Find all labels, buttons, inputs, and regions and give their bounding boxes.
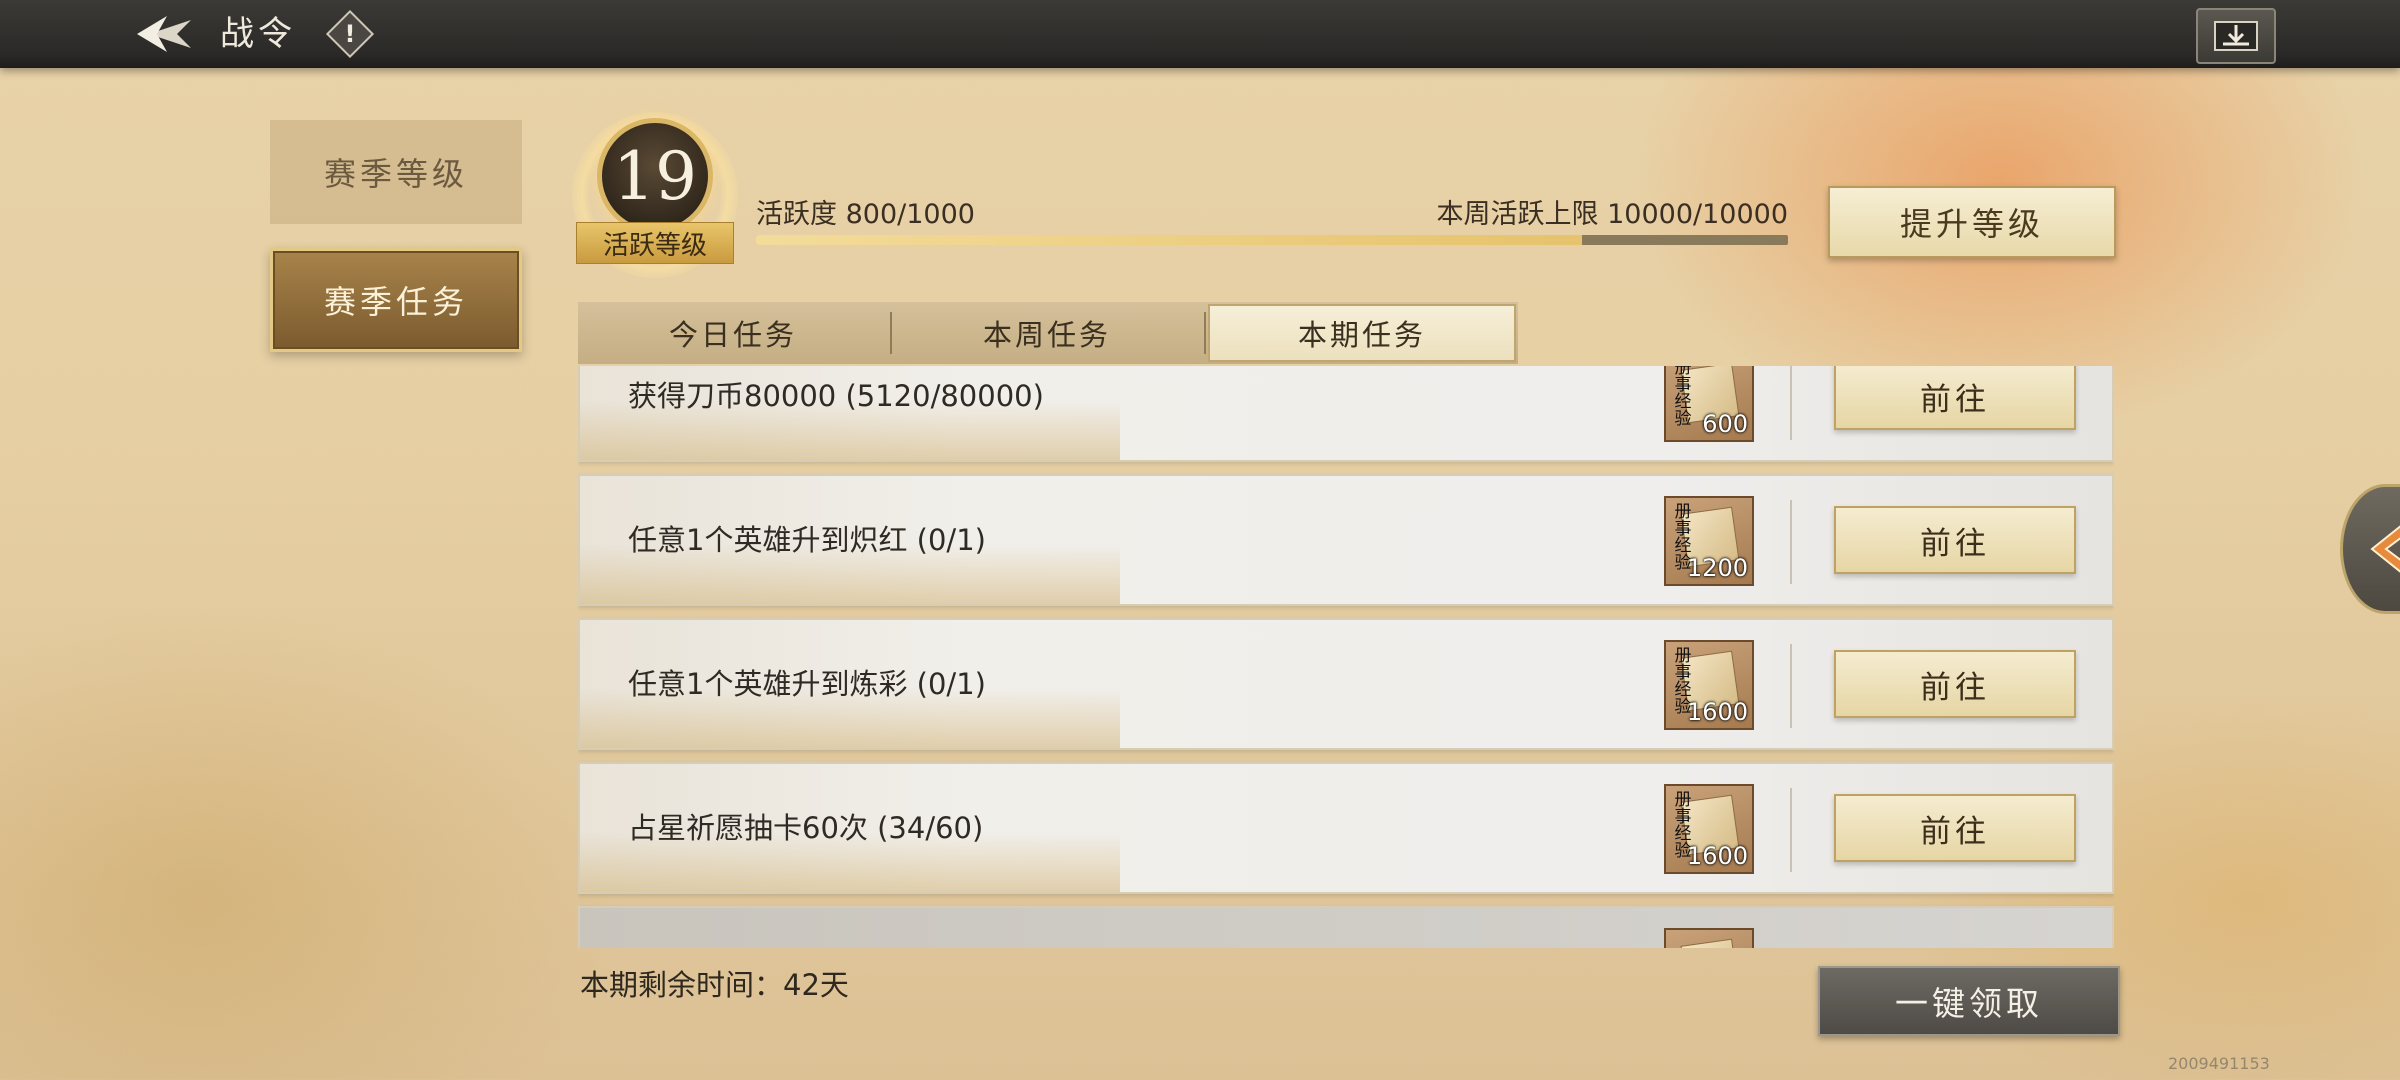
back-button[interactable] bbox=[128, 8, 198, 60]
task-row: 占星祈愿抽卡60次 (34/60) 册事经验 1600 前往 bbox=[578, 762, 2114, 894]
page-title: 战令 bbox=[220, 14, 296, 54]
task-text: 任意1个英雄升到炼彩 (0/1) bbox=[628, 667, 986, 701]
reward-item[interactable]: 册事经验 600 bbox=[1664, 366, 1754, 442]
claim-all-button[interactable]: 一键领取 bbox=[1818, 966, 2120, 1036]
activity-progress-fill bbox=[756, 235, 1582, 245]
info-mark: ! bbox=[344, 20, 356, 48]
reward-item[interactable]: 册事经验 1200 bbox=[1664, 496, 1754, 586]
row-divider bbox=[1790, 366, 1792, 440]
task-list[interactable]: 获得刀币80000 (5120/80000) 册事经验 600 前往 任意1个英… bbox=[578, 366, 2114, 948]
tab-divider bbox=[1204, 312, 1206, 354]
weekly-limit-text: 本周活跃上限 10000/10000 bbox=[1436, 199, 1788, 230]
chevron-left-icon bbox=[2370, 525, 2400, 573]
reward-amount: 1600 bbox=[1686, 698, 1748, 726]
tab-period[interactable]: 本期任务 bbox=[1208, 304, 1516, 362]
task-tabs: 今日任务 本周任务 本期任务 bbox=[578, 302, 1518, 364]
reward-amount: 600 bbox=[1702, 410, 1748, 438]
level-number: 19 bbox=[613, 137, 697, 215]
reward-item bbox=[1664, 928, 1754, 948]
reward-item[interactable]: 册事经验 1600 bbox=[1664, 640, 1754, 730]
back-arrow-icon bbox=[137, 16, 191, 52]
info-button[interactable]: ! bbox=[325, 9, 375, 59]
remaining-time: 本期剩余时间：42天 bbox=[580, 968, 849, 1002]
row-divider bbox=[1790, 644, 1792, 728]
activity-progress-bar bbox=[756, 235, 1788, 245]
task-row: 任意1个英雄升到炼彩 (0/1) 册事经验 1600 前往 bbox=[578, 618, 2114, 750]
download-box-icon[interactable] bbox=[2196, 8, 2276, 64]
task-text: 占星祈愿抽卡60次 (34/60) bbox=[628, 811, 984, 845]
reward-item[interactable]: 册事经验 1600 bbox=[1664, 784, 1754, 874]
level-badge: 19 bbox=[597, 118, 713, 234]
row-divider bbox=[1790, 500, 1792, 584]
task-text: 获得刀币80000 (5120/80000) bbox=[628, 379, 1044, 413]
sidebar-item-season-level[interactable]: 赛季等级 bbox=[270, 120, 522, 224]
reward-tag: 册事经验 bbox=[1674, 366, 1692, 429]
go-button[interactable]: 前往 bbox=[1834, 506, 2076, 574]
row-divider bbox=[1790, 788, 1792, 872]
task-row: 任意1个英雄升到炽红 (0/1) 册事经验 1200 前往 bbox=[578, 474, 2114, 606]
task-row-partial bbox=[578, 906, 2114, 948]
book-icon bbox=[1680, 938, 1740, 948]
go-button[interactable]: 前往 bbox=[1834, 794, 2076, 862]
reward-amount: 1600 bbox=[1686, 842, 1748, 870]
level-label: 活跃等级 bbox=[576, 222, 734, 264]
task-text: 任意1个英雄升到炽红 (0/1) bbox=[628, 523, 986, 557]
sidebar-item-season-tasks[interactable]: 赛季任务 bbox=[270, 248, 522, 352]
top-bar: 战令 ! bbox=[0, 0, 2400, 68]
reward-amount: 1200 bbox=[1686, 554, 1748, 582]
task-row: 获得刀币80000 (5120/80000) 册事经验 600 前往 bbox=[578, 366, 2114, 462]
upgrade-level-button[interactable]: 提升等级 bbox=[1828, 186, 2116, 258]
go-button[interactable]: 前往 bbox=[1834, 366, 2076, 430]
tab-daily[interactable]: 今日任务 bbox=[578, 302, 888, 364]
go-button[interactable]: 前往 bbox=[1834, 650, 2076, 718]
side-expand-button[interactable] bbox=[2340, 484, 2400, 614]
player-uid: 2009491153 bbox=[2168, 1054, 2270, 1073]
activity-text: 活跃度 800/1000 bbox=[756, 199, 975, 230]
tab-weekly[interactable]: 本周任务 bbox=[892, 302, 1202, 364]
